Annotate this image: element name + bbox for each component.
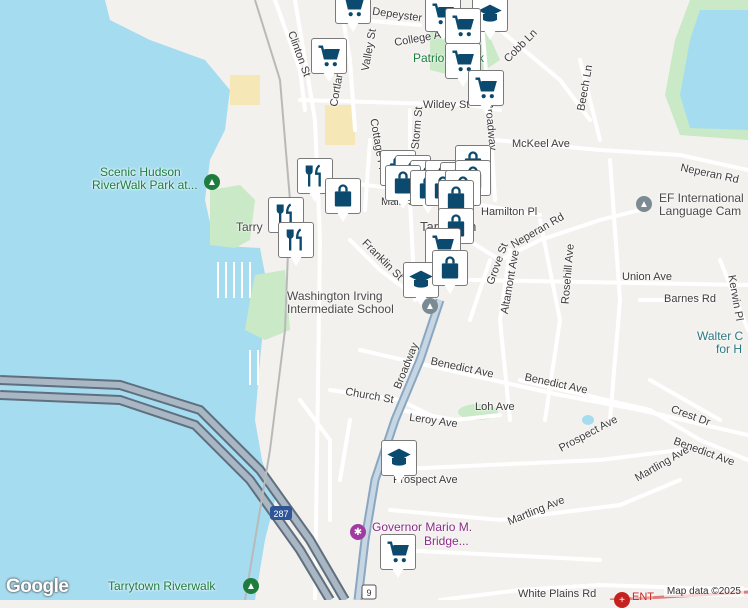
riverwalk-park: [210, 185, 255, 248]
park-icon: ▲: [204, 174, 220, 190]
svg-text:9: 9: [366, 588, 371, 598]
google-logo: Google: [6, 576, 69, 597]
shopping-bag-icon: [325, 178, 361, 214]
shopping-cart-marker[interactable]: [468, 70, 504, 116]
shopping-cart-icon: [311, 38, 347, 74]
school-label-2: Intermediate School: [287, 302, 394, 316]
ef-label-2: Language Cam: [659, 204, 742, 218]
street-label: Loh Ave: [475, 401, 515, 413]
route-9-shield: 9: [361, 584, 377, 600]
shopping-bag-marker[interactable]: [325, 178, 361, 224]
bridge-label-1: Governor Mario M.: [372, 520, 473, 534]
shopping-cart-icon: [468, 70, 504, 106]
school-icon: ▲: [636, 196, 652, 212]
svg-text:287: 287: [273, 509, 288, 519]
street-label: McKeel Ave: [512, 138, 570, 150]
shopping-bag-icon: [432, 250, 468, 286]
street-label: Union Ave: [622, 271, 672, 283]
tarrytown-riverwalk-label: Tarrytown Riverwalk: [108, 579, 216, 593]
school-icon: [381, 440, 417, 476]
map-attribution[interactable]: Map data ©2025: [663, 586, 744, 597]
street-label: Barnes Rd: [664, 293, 716, 305]
school-marker[interactable]: [381, 440, 417, 486]
shopping-cart-icon: [380, 534, 416, 570]
tarrytown-fragment-label: Tarry: [236, 220, 263, 234]
street-label: Wildey St: [423, 99, 470, 111]
restaurant-marker[interactable]: [278, 222, 314, 268]
medical-icon: +: [614, 592, 630, 608]
riverwalk-park-label-2: RiverWalk Park at...: [92, 178, 198, 192]
shopping-bag-marker[interactable]: [432, 250, 468, 296]
park-icon: ▲: [243, 578, 259, 594]
restaurant-icon: [278, 222, 314, 258]
street-label: Hamilton Pl: [481, 206, 538, 218]
ent-label: ENT: [632, 591, 654, 603]
landmark-icon: ✱: [350, 524, 366, 540]
walter-label-2: for H: [716, 342, 743, 356]
street-label: White Plains Rd: [518, 588, 597, 600]
shopping-cart-icon: [335, 0, 371, 24]
shopping-cart-marker[interactable]: [335, 0, 371, 34]
shopping-cart-marker[interactable]: [311, 38, 347, 84]
route-287-shield: 287: [270, 506, 292, 520]
shopping-cart-icon: [445, 8, 481, 44]
bridge-label-2: Bridge...: [424, 534, 469, 548]
shopping-cart-marker[interactable]: [380, 534, 416, 580]
